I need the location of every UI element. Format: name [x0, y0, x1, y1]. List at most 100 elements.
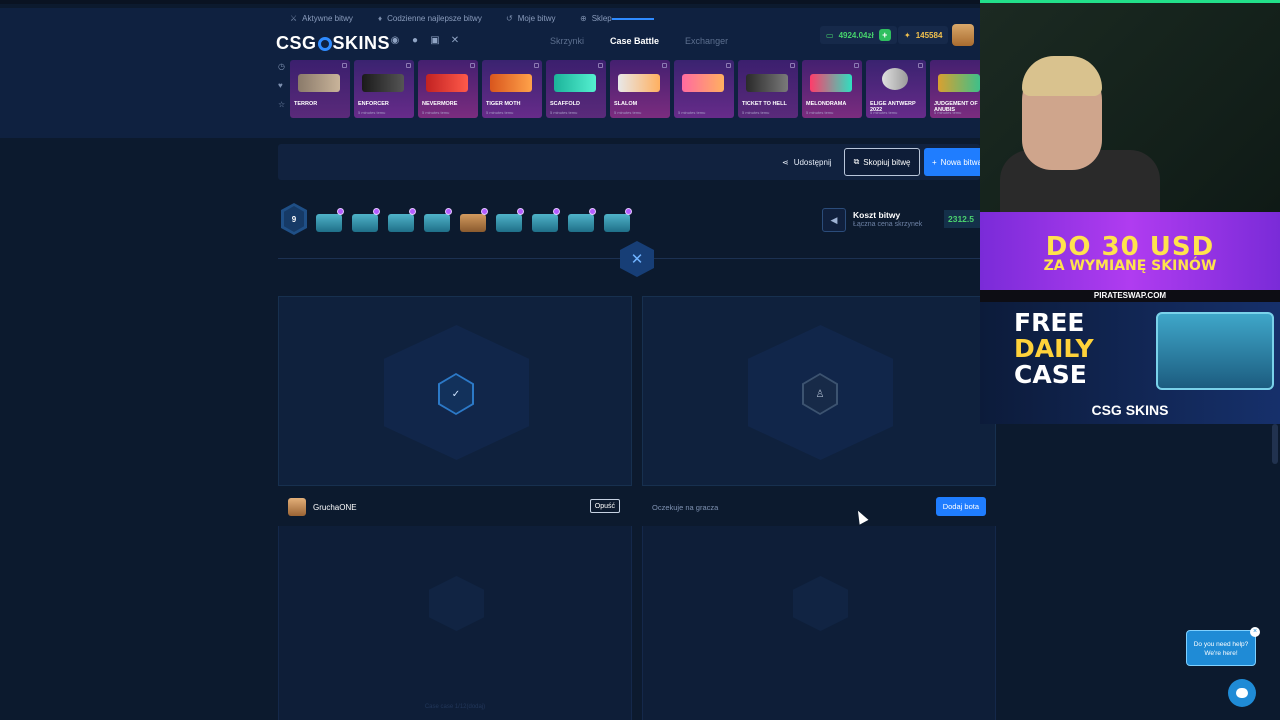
drop-name: MELONDRAMA — [806, 101, 847, 107]
drop-name: SLALOM — [614, 101, 638, 107]
case-image — [568, 214, 594, 232]
scrollbar-thumb[interactable] — [1272, 424, 1278, 464]
tag-icon — [534, 63, 539, 68]
points-badge[interactable]: ✦ 145584 — [898, 26, 949, 44]
share-label: Udostępnij — [793, 158, 832, 167]
case-badge-icon — [409, 208, 416, 215]
weapon-image — [618, 74, 660, 92]
add-bot-button[interactable]: Dodaj bota — [935, 497, 986, 516]
case-item[interactable] — [494, 208, 524, 234]
balance-value: 4924.04zł — [838, 30, 874, 40]
drop-card[interactable]: MELONDRAMA 5 minutes temu — [802, 60, 862, 118]
copy-battle-button[interactable]: ⧉ Skopiuj bitwę — [844, 148, 920, 176]
filter-my-battles[interactable]: ↺ Moje bitwy — [506, 14, 556, 23]
nav-exchanger[interactable]: Exchanger — [685, 36, 728, 46]
clock-icon[interactable]: ◷ — [278, 62, 285, 71]
filter-active-battles[interactable]: ⚔ Aktywne bitwy — [290, 14, 353, 23]
player-name[interactable]: GruchaONE — [313, 503, 357, 512]
case-item[interactable] — [350, 208, 380, 234]
instagram-icon[interactable]: ▣ — [430, 36, 440, 46]
case-badge-icon — [373, 208, 380, 215]
drop-card[interactable]: SLALOM 5 minutes temu — [610, 60, 670, 118]
nav-case-battle[interactable]: Case Battle — [610, 18, 659, 46]
facebook-icon[interactable]: ● — [410, 36, 420, 46]
balance-badge[interactable]: ▭ 4924.04zł + — [820, 26, 897, 44]
help-line-1: Do you need help? — [1193, 641, 1249, 648]
player-avatar[interactable] — [288, 498, 306, 516]
case-image — [316, 214, 342, 232]
leave-battle-button[interactable]: Opuść — [589, 499, 620, 513]
tag-icon — [406, 63, 411, 68]
sound-toggle-icon[interactable]: ◀ — [822, 208, 846, 232]
case-badge-icon — [445, 208, 452, 215]
case-item[interactable] — [314, 208, 344, 234]
drop-card[interactable]: ENFORCER 5 minutes temu — [354, 60, 414, 118]
drop-card[interactable]: NEVERMORE 5 minutes temu — [418, 60, 478, 118]
drop-card[interactable]: 5 minutes temu — [674, 60, 734, 118]
nav-cases[interactable]: Skrzynki — [550, 36, 584, 46]
drop-time: 5 minutes temu — [486, 110, 514, 115]
drop-time: 5 minutes temu — [742, 110, 770, 115]
drop-name: ENFORCER — [358, 101, 389, 107]
filter-daily-best[interactable]: ♦ Codzienne najlepsze bitwy — [378, 14, 482, 23]
plus-icon: + — [932, 157, 937, 167]
results-area-left: Case case 1/12(dodaj) — [278, 526, 632, 720]
drop-card[interactable]: TICKET TO HELL 5 minutes temu — [738, 60, 798, 118]
thumb-up-icon[interactable]: ♥ — [278, 81, 285, 90]
weapon-image — [426, 74, 468, 92]
share-button[interactable]: ⋖ Udostępnij — [782, 158, 832, 167]
filter-shop[interactable]: ⊕ Sklep — [580, 14, 612, 23]
trophy-icon: ♦ — [378, 14, 383, 23]
filter-label: Moje bitwy — [517, 14, 556, 23]
user-avatar[interactable] — [952, 24, 974, 46]
case-item[interactable] — [530, 208, 560, 234]
drop-name: NEVERMORE — [422, 101, 458, 107]
case-box-image — [1156, 312, 1274, 390]
new-battle-button[interactable]: + Nowa bitwa — [924, 148, 980, 176]
x-icon[interactable]: ✕ — [450, 36, 460, 46]
case-item[interactable] — [602, 208, 632, 234]
check-icon: ✓ — [440, 375, 472, 413]
copy-icon: ⧉ — [853, 157, 860, 166]
case-image — [352, 214, 378, 232]
help-line-2: We're here! — [1204, 650, 1238, 657]
drop-card[interactable]: SCAFFOLD 5 minutes temu — [546, 60, 606, 118]
case-badge-icon — [337, 208, 344, 215]
deposit-plus-icon[interactable]: + — [878, 29, 891, 41]
case-image — [424, 214, 450, 232]
tag-icon — [790, 63, 795, 68]
drop-time: 5 minutes temu — [614, 110, 642, 115]
tag-icon — [726, 63, 731, 68]
share-icon: ⋖ — [782, 158, 789, 167]
weapon-image — [362, 74, 404, 92]
star-icon[interactable]: ☆ — [278, 100, 285, 109]
logo-text-left: CSG — [276, 33, 317, 53]
round-count-badge: 9 — [281, 203, 307, 235]
case-image — [604, 214, 630, 232]
coin-icon: ✦ — [904, 30, 911, 40]
player-row-right: Oczekuje na gracza Dodaj bota — [642, 494, 996, 520]
weapon-image — [490, 74, 532, 92]
site-logo[interactable]: CSG SKINS — [276, 33, 390, 54]
drop-card[interactable]: TERROR — [290, 60, 350, 118]
close-icon[interactable]: × — [1250, 627, 1260, 637]
case-image — [460, 214, 486, 232]
case-item[interactable] — [566, 208, 596, 234]
ad-subline: ZA WYMIANĘ SKINÓW — [1043, 258, 1217, 274]
drop-card[interactable]: TIGER MOTH 5 minutes temu — [482, 60, 542, 118]
case-image — [496, 214, 522, 232]
chat-button[interactable] — [1228, 679, 1256, 707]
tag-icon — [662, 63, 667, 68]
discord-icon[interactable]: ◉ — [390, 36, 400, 46]
battle-cost-subtitle: Łączna cena skrzynek — [853, 221, 923, 228]
drop-time: 5 minutes temu — [934, 110, 962, 115]
pirateswap-ad[interactable]: DO 30 USD ZA WYMIANĘ SKINÓW — [980, 212, 1280, 290]
case-item[interactable] — [422, 208, 452, 234]
case-item[interactable] — [386, 208, 416, 234]
weapon-image — [746, 74, 788, 92]
streamer-webcam — [980, 0, 1280, 212]
help-bubble[interactable]: Do you need help? We're here! — [1186, 630, 1256, 666]
drop-card[interactable]: ELIGE ANTWERP 2022 5 minutes temu — [866, 60, 926, 118]
free-daily-case-ad[interactable]: FREE DAILY CASE CSG SKINS — [980, 302, 1280, 424]
case-item[interactable] — [458, 208, 488, 234]
